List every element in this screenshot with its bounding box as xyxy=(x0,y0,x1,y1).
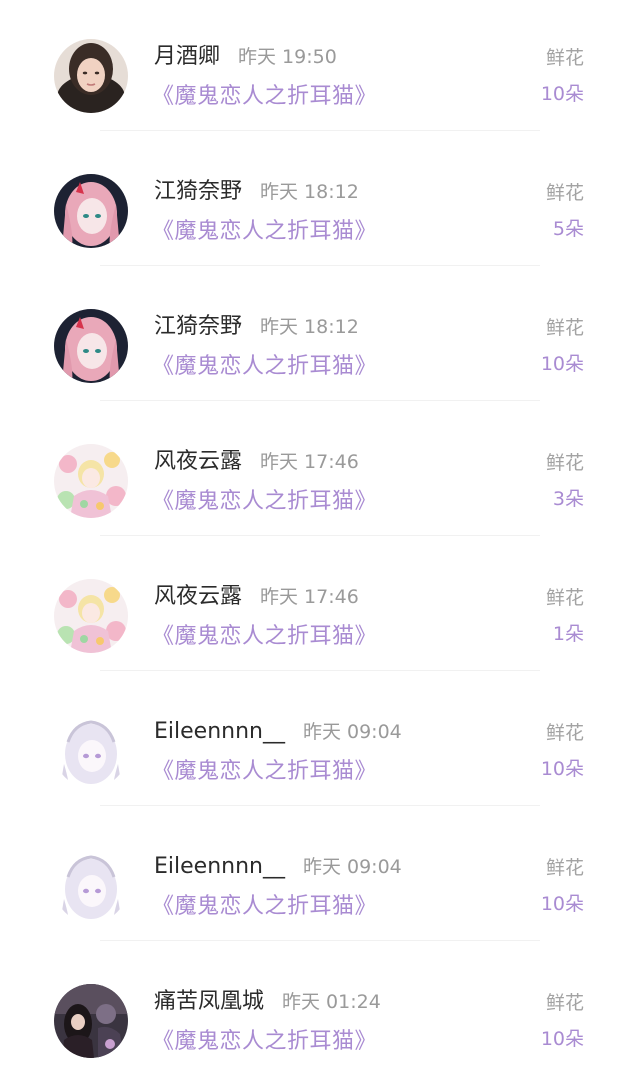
flower-label: 鲜花 xyxy=(545,992,584,1014)
list-item[interactable]: Eileennnn__ 昨天 09:04 《魔鬼恋人之折耳猫》 鲜花 10朵 xyxy=(0,675,640,810)
avatar-anime-pink-icon[interactable] xyxy=(54,174,128,248)
user-name[interactable]: 月酒卿 昨天 19:50 xyxy=(154,42,337,72)
user-name-text[interactable]: 江猗奈野 xyxy=(154,179,242,204)
list-item[interactable]: Eileennnn__ 昨天 09:04 《魔鬼恋人之折耳猫》 鲜花 10朵 xyxy=(0,810,640,945)
user-name[interactable]: 风夜云露 昨天 17:46 xyxy=(154,447,359,477)
flower-count: 1朵 xyxy=(552,623,584,645)
book-title-link[interactable]: 《魔鬼恋人之折耳猫》 xyxy=(152,487,377,517)
avatar-anime-white-icon[interactable] xyxy=(54,714,128,788)
flower-count: 10朵 xyxy=(540,83,584,105)
flower-label: 鲜花 xyxy=(545,722,584,744)
list-item[interactable]: 风夜云露 昨天 17:46 《魔鬼恋人之折耳猫》 鲜花 3朵 xyxy=(0,405,640,540)
divider xyxy=(100,265,540,266)
timestamp: 昨天 18:12 xyxy=(260,181,359,203)
avatar-portrait-icon[interactable] xyxy=(54,39,128,113)
flower-label: 鲜花 xyxy=(545,47,584,69)
user-name[interactable]: 江猗奈野 昨天 18:12 xyxy=(154,177,359,207)
timestamp: 昨天 17:46 xyxy=(260,451,359,473)
user-name-text[interactable]: 月酒卿 xyxy=(154,44,220,69)
book-title-link[interactable]: 《魔鬼恋人之折耳猫》 xyxy=(152,892,377,922)
avatar-floral-icon[interactable] xyxy=(54,444,128,518)
user-name[interactable]: 痛苦凤凰城 昨天 01:24 xyxy=(154,987,381,1017)
avatar-dark-scene-icon[interactable] xyxy=(54,984,128,1058)
timestamp: 昨天 01:24 xyxy=(282,991,381,1013)
divider xyxy=(100,400,540,401)
timestamp: 昨天 18:12 xyxy=(260,316,359,338)
user-name-text[interactable]: 痛苦凤凰城 xyxy=(154,989,264,1014)
flower-count: 10朵 xyxy=(540,1028,584,1050)
flower-count: 10朵 xyxy=(540,893,584,915)
divider xyxy=(100,130,540,131)
book-title-link[interactable]: 《魔鬼恋人之折耳猫》 xyxy=(152,757,377,787)
user-name-text[interactable]: 风夜云露 xyxy=(154,449,242,474)
avatar-floral-icon[interactable] xyxy=(54,579,128,653)
user-name[interactable]: Eileennnn__ 昨天 09:04 xyxy=(154,852,402,882)
book-title-link[interactable]: 《魔鬼恋人之折耳猫》 xyxy=(152,217,377,247)
user-name[interactable]: 江猗奈野 昨天 18:12 xyxy=(154,312,359,342)
timestamp: 昨天 17:46 xyxy=(260,586,359,608)
user-name[interactable]: Eileennnn__ 昨天 09:04 xyxy=(154,717,402,747)
avatar-anime-pink-icon[interactable] xyxy=(54,309,128,383)
flower-count: 10朵 xyxy=(540,353,584,375)
list-item[interactable]: 痛苦凤凰城 昨天 01:24 《魔鬼恋人之折耳猫》 鲜花 10朵 xyxy=(0,945,640,1080)
book-title-link[interactable]: 《魔鬼恋人之折耳猫》 xyxy=(152,352,377,382)
flower-count: 3朵 xyxy=(552,488,584,510)
user-name-text[interactable]: 江猗奈野 xyxy=(154,314,242,339)
list-item[interactable]: 月酒卿 昨天 19:50 《魔鬼恋人之折耳猫》 鲜花 10朵 xyxy=(0,0,640,135)
user-name-text[interactable]: Eileennnn__ xyxy=(154,719,285,744)
flower-count: 5朵 xyxy=(552,218,584,240)
list-item[interactable]: 江猗奈野 昨天 18:12 《魔鬼恋人之折耳猫》 鲜花 5朵 xyxy=(0,135,640,270)
flower-label: 鲜花 xyxy=(545,182,584,204)
list-item[interactable]: 江猗奈野 昨天 18:12 《魔鬼恋人之折耳猫》 鲜花 10朵 xyxy=(0,270,640,405)
user-name[interactable]: 风夜云露 昨天 17:46 xyxy=(154,582,359,612)
avatar-anime-white-icon[interactable] xyxy=(54,849,128,923)
divider xyxy=(100,940,540,941)
book-title-link[interactable]: 《魔鬼恋人之折耳猫》 xyxy=(152,1027,377,1057)
timestamp: 昨天 09:04 xyxy=(302,856,402,878)
divider xyxy=(100,670,540,671)
flower-label: 鲜花 xyxy=(545,587,584,609)
book-title-link[interactable]: 《魔鬼恋人之折耳猫》 xyxy=(152,622,377,652)
user-name-text[interactable]: Eileennnn__ xyxy=(154,854,285,879)
divider xyxy=(100,535,540,536)
flower-count: 10朵 xyxy=(540,758,584,780)
timestamp: 昨天 09:04 xyxy=(302,721,402,743)
timestamp: 昨天 19:50 xyxy=(238,46,337,68)
user-name-text[interactable]: 风夜云露 xyxy=(154,584,242,609)
flower-label: 鲜花 xyxy=(545,317,584,339)
flower-label: 鲜花 xyxy=(545,452,584,474)
book-title-link[interactable]: 《魔鬼恋人之折耳猫》 xyxy=(152,82,377,112)
divider xyxy=(100,805,540,806)
flower-label: 鲜花 xyxy=(545,857,584,879)
list-item[interactable]: 风夜云露 昨天 17:46 《魔鬼恋人之折耳猫》 鲜花 1朵 xyxy=(0,540,640,675)
